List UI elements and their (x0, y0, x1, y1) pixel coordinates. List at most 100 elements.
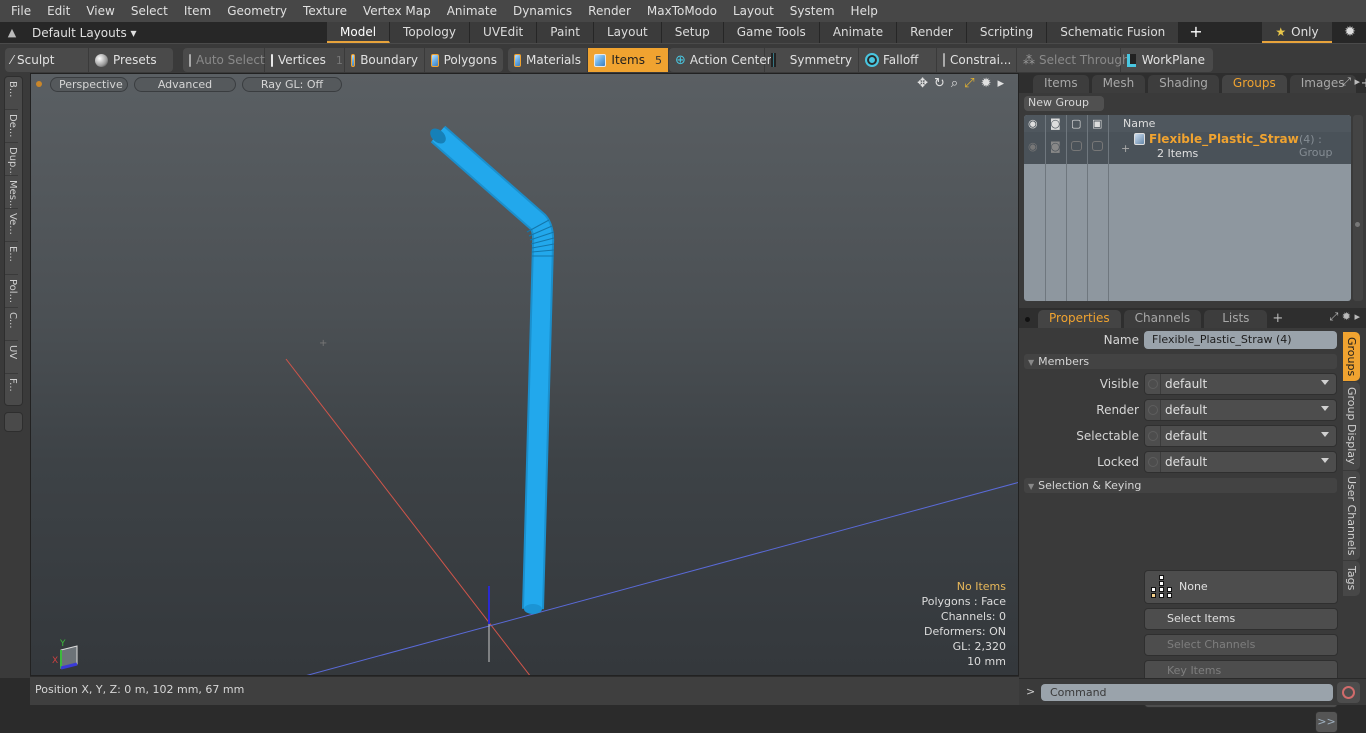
row-visibility-icon[interactable]: ◉ (1028, 140, 1038, 153)
menu-select[interactable]: Select (123, 4, 176, 18)
add-tab-button[interactable]: + (1179, 22, 1212, 43)
sculpt-button[interactable]: ⁄ Sculpt (5, 48, 89, 72)
side-tab-group-display[interactable]: Group Display (1343, 382, 1360, 470)
menu-geometry[interactable]: Geometry (219, 4, 295, 18)
symmetry-button[interactable]: Symmetry (765, 48, 859, 72)
visible-radio[interactable] (1148, 379, 1158, 389)
zoom-view-icon[interactable]: ⌕ (951, 76, 958, 91)
menu-help[interactable]: Help (843, 4, 886, 18)
tab-lists[interactable]: Lists (1204, 310, 1268, 328)
left-tab-basic[interactable]: B... (5, 77, 18, 110)
tab-channels[interactable]: Channels (1123, 310, 1202, 328)
menu-render[interactable]: Render (580, 4, 639, 18)
menu-vertex-map[interactable]: Vertex Map (355, 4, 439, 18)
new-group-button[interactable]: New Group (1024, 96, 1104, 111)
render-dropdown[interactable]: default (1144, 399, 1337, 421)
viewport-gear-icon[interactable]: ✹ (981, 76, 992, 91)
members-section[interactable]: ▼ Members (1024, 354, 1337, 369)
tab-shading[interactable]: Shading (1148, 75, 1219, 93)
menu-layout[interactable]: Layout (725, 4, 782, 18)
left-tab-deform[interactable]: De... (5, 110, 18, 143)
side-tab-tags[interactable]: Tags (1343, 561, 1360, 596)
tab-layout[interactable]: Layout (593, 22, 662, 43)
maximize-view-icon[interactable]: ⤢ (964, 76, 974, 91)
tab-groups[interactable]: Groups (1221, 75, 1287, 93)
render-radio[interactable] (1148, 405, 1158, 415)
render-camera-icon[interactable]: ◙ (1050, 117, 1061, 130)
falloff-button[interactable]: Falloff (859, 48, 937, 72)
materials-button[interactable]: Materials (508, 48, 588, 72)
select-channels-button[interactable]: Select Channels (1144, 634, 1338, 656)
menu-file[interactable]: File (0, 4, 39, 18)
tab-model[interactable]: Model (327, 22, 391, 43)
panel-expand-icon[interactable]: ⤢ ▸ (1342, 75, 1360, 89)
side-tab-groups[interactable]: Groups (1343, 332, 1360, 382)
left-tab-mesh-edit[interactable]: Mes... (5, 176, 18, 209)
left-tab-edge[interactable]: E... (5, 242, 18, 275)
menu-texture[interactable]: Texture (295, 4, 355, 18)
locked-dropdown[interactable]: default (1144, 451, 1337, 473)
constraints-button[interactable]: Constrai... (937, 48, 1017, 72)
only-button[interactable]: ★ Only (1262, 22, 1332, 43)
vertices-button[interactable]: Vertices 1 (265, 48, 345, 72)
tab-animate[interactable]: Animate (819, 22, 898, 43)
workplane-button[interactable]: WorkPlane (1121, 48, 1211, 72)
left-tab-vertex[interactable]: Ve... (5, 209, 18, 242)
left-tab-duplicate[interactable]: Dup... (5, 143, 18, 176)
default-layouts-dropdown[interactable]: Default Layouts ▾ (24, 26, 324, 40)
menu-dynamics[interactable]: Dynamics (505, 4, 580, 18)
view-mode-button[interactable]: Perspective (50, 76, 128, 92)
collapse-up-icon[interactable]: ▲ (0, 26, 24, 39)
tab-setup[interactable]: Setup (661, 22, 724, 43)
gear-icon[interactable]: ✹ (1340, 22, 1360, 43)
row-render-icon[interactable]: ◙ (1050, 140, 1061, 153)
auto-select-button[interactable]: Auto Select (183, 48, 265, 72)
menu-edit[interactable]: Edit (39, 4, 78, 18)
scroll-knob[interactable] (1355, 222, 1360, 227)
menu-maxtomodo[interactable]: MaxToModo (639, 4, 725, 18)
presets-button[interactable]: Presets (89, 48, 173, 72)
side-tab-user-channels[interactable]: User Channels (1343, 470, 1360, 561)
add-props-tab-button[interactable]: + (1272, 311, 1283, 326)
row-selectable-toggle[interactable] (1071, 141, 1082, 151)
menu-item[interactable]: Item (176, 4, 219, 18)
name-field[interactable]: Flexible_Plastic_Straw (4) (1144, 331, 1337, 349)
tab-game-tools[interactable]: Game Tools (723, 22, 820, 43)
lock-cube-icon[interactable]: ▣ (1092, 117, 1102, 130)
action-center-button[interactable]: ⊕ Action Center (669, 48, 772, 72)
viewport-menu-dot[interactable] (36, 81, 42, 87)
move-view-icon[interactable]: ✥ (917, 76, 928, 91)
left-tab-fusion[interactable]: F... (5, 374, 18, 407)
selectable-radio[interactable] (1148, 431, 1158, 441)
tab-paint[interactable]: Paint (537, 22, 594, 43)
command-input[interactable] (1041, 684, 1333, 701)
selectable-cube-icon[interactable]: ▢ (1071, 117, 1081, 130)
left-tab-polygon[interactable]: Pol... (5, 275, 18, 308)
visibility-eye-icon[interactable]: ◉ (1028, 117, 1038, 130)
selection-keying-section[interactable]: ▼ Selection & Keying (1024, 478, 1337, 493)
menu-view[interactable]: View (78, 4, 122, 18)
rotate-view-icon[interactable]: ↻ (934, 76, 945, 91)
raygl-button[interactable]: Ray GL: Off (242, 76, 342, 92)
left-tab-curve[interactable]: C... (5, 308, 18, 341)
locked-radio[interactable] (1148, 457, 1158, 467)
props-expand-gear-icon[interactable]: ⤢ ✹ ▸ (1329, 310, 1360, 324)
tab-uvedit[interactable]: UVEdit (470, 22, 538, 43)
items-button[interactable]: Items 5 (588, 48, 668, 72)
more-button[interactable]: >> (1315, 711, 1338, 733)
menu-system[interactable]: System (782, 4, 843, 18)
select-items-button[interactable]: Select Items (1144, 608, 1338, 630)
add-panel-tab-button[interactable]: + (1361, 76, 1366, 91)
tab-scripting[interactable]: Scripting (966, 22, 1048, 43)
tab-items[interactable]: Items (1033, 75, 1089, 93)
left-tab-extra[interactable] (4, 412, 23, 432)
3d-viewport[interactable]: + Y X Perspective Advanced Ray GL: Off ✥… (30, 73, 1019, 676)
selectable-dropdown[interactable]: default (1144, 425, 1337, 447)
tab-schematic-fusion[interactable]: Schematic Fusion (1047, 22, 1180, 43)
left-tab-uv[interactable]: UV (5, 341, 18, 374)
tab-topology[interactable]: Topology (390, 22, 471, 43)
tab-mesh[interactable]: Mesh ... (1091, 75, 1146, 107)
props-menu-dot[interactable] (1025, 317, 1030, 322)
record-macro-button[interactable] (1337, 682, 1360, 703)
hierarchy-mode-button[interactable]: None (1144, 570, 1338, 604)
